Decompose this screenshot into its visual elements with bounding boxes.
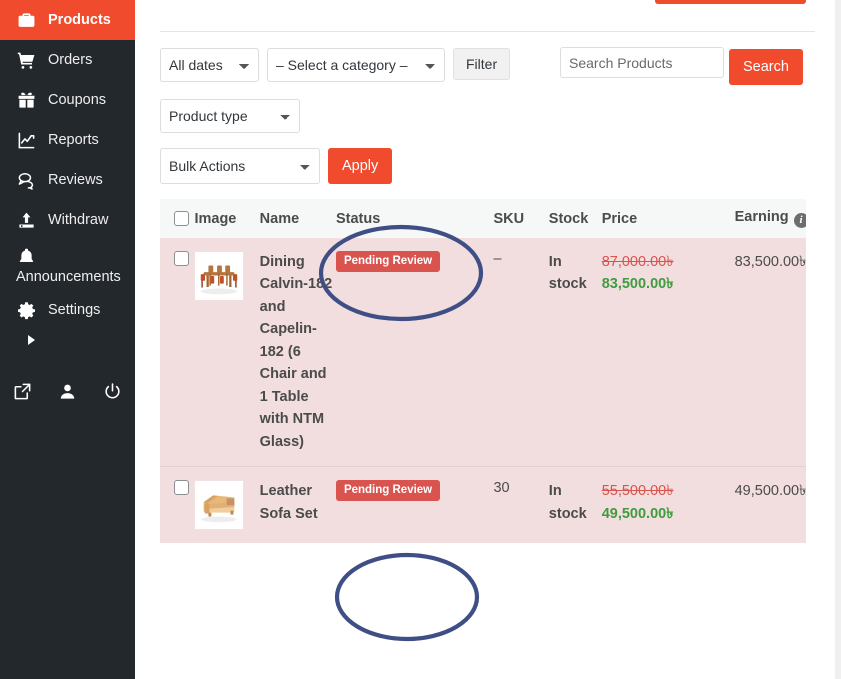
products-table: Image Name Status SKU Stock Price Earnin… — [160, 199, 806, 544]
power-icon[interactable] — [90, 376, 135, 406]
sidebar-item-orders[interactable]: Orders — [0, 40, 135, 80]
header-sku[interactable]: SKU — [493, 199, 549, 238]
product-type-row: Product type — [160, 99, 300, 133]
cart-icon — [16, 50, 36, 70]
row-image-cell — [194, 467, 259, 544]
page-scrollbar-track[interactable] — [835, 0, 841, 679]
filter-bar: All dates – Select a category – Filter — [160, 48, 511, 82]
row-price-cell: 87,000.00৳ 83,500.00৳ — [602, 238, 735, 467]
row-stock: In stock — [548, 254, 587, 293]
sidebar-item-label-coupons: Coupons — [48, 91, 107, 108]
search-input[interactable] — [560, 47, 724, 78]
status-badge: Pending Review — [335, 251, 441, 273]
row-image-cell — [194, 238, 259, 467]
add-new-product-button-cropped[interactable] — [655, 0, 806, 4]
briefcase-icon — [16, 10, 36, 30]
header-image: Image — [194, 199, 260, 238]
chevron-right-icon — [28, 335, 35, 345]
external-link-icon[interactable] — [0, 376, 45, 406]
row-sku: 30 — [493, 480, 510, 497]
header-stock[interactable]: Stock — [548, 199, 602, 238]
apply-button[interactable]: Apply — [328, 148, 393, 184]
sidebar-item-label-products: Products — [48, 11, 111, 28]
sidebar-item-label-reports: Reports — [48, 131, 99, 148]
price-sale: 49,500.00৳ — [601, 505, 674, 522]
products-table-container[interactable]: Image Name Status SKU Stock Price Earnin… — [160, 199, 806, 679]
main-content: All dates – Select a category – Filter P… — [135, 0, 841, 679]
price-sale: 83,500.00৳ — [601, 276, 674, 293]
sidebar-item-settings[interactable]: Settings — [0, 290, 135, 330]
dining-table-set-thumbnail — [194, 251, 245, 301]
header-price[interactable]: Price — [601, 199, 735, 238]
table-row[interactable]: Leather Sofa Set Pending Review 30 In st… — [160, 466, 806, 544]
bulk-actions-select[interactable]: Bulk Actions — [160, 148, 320, 184]
header-name[interactable]: Name — [259, 199, 336, 238]
header-earning-label: Earning — [734, 209, 789, 225]
sidebar-item-announcements[interactable]: Announcements — [0, 240, 135, 290]
row-select-cell[interactable] — [160, 238, 194, 467]
row-checkbox[interactable] — [174, 251, 189, 266]
sidebar-item-reports[interactable]: Reports — [0, 120, 135, 160]
row-sku: – — [493, 251, 502, 267]
comments-icon — [16, 170, 36, 190]
dashboard-sidebar: Products Orders Coupons Reports Reviews … — [0, 0, 144, 679]
table-header-row: Image Name Status SKU Stock Price Earnin… — [160, 199, 806, 238]
content-divider — [160, 31, 815, 32]
chart-line-icon — [16, 130, 36, 150]
bulk-actions-row: Bulk Actions Apply — [160, 148, 393, 184]
bell-icon — [16, 246, 36, 266]
user-icon[interactable] — [45, 376, 90, 406]
sidebar-item-label-announcements: Announcements — [16, 268, 121, 285]
row-status-cell: Pending Review — [335, 238, 494, 467]
sidebar-item-withdraw[interactable]: Withdraw — [0, 200, 135, 240]
table-row[interactable]: Dining Calvin-182 and Capelin-182 (6 Cha… — [160, 238, 806, 467]
row-earning: 83,500.00৳ — [734, 254, 806, 270]
search-box: Search — [560, 47, 803, 85]
row-checkbox[interactable] — [174, 480, 189, 496]
sidebar-item-label-withdraw: Withdraw — [48, 211, 109, 228]
header-earning[interactable]: Earning i — [734, 199, 806, 238]
product-type-select[interactable]: Product type — [160, 99, 300, 133]
sidebar-item-coupons[interactable]: Coupons — [0, 80, 135, 120]
row-stock: In stock — [548, 483, 587, 522]
products-table-head: Image Name Status SKU Stock Price Earnin… — [160, 199, 806, 238]
row-earning: 49,500.00৳ — [734, 483, 806, 500]
row-price-cell: 55,500.00৳ 49,500.00৳ — [602, 467, 735, 544]
filter-button[interactable]: Filter — [453, 48, 511, 80]
sidebar-item-products[interactable]: Products — [0, 0, 144, 40]
select-all-header[interactable] — [160, 199, 195, 238]
info-icon[interactable]: i — [793, 213, 806, 228]
sidebar-item-reviews[interactable]: Reviews — [0, 160, 135, 200]
price-original: 55,500.00৳ — [601, 483, 674, 500]
select-all-checkbox[interactable] — [174, 211, 189, 226]
gift-icon — [16, 90, 36, 110]
header-status[interactable]: Status — [335, 199, 494, 238]
sidebar-item-label-reviews: Reviews — [48, 171, 103, 188]
sidebar-footer — [0, 362, 135, 406]
search-button[interactable]: Search — [729, 49, 803, 85]
status-badge: Pending Review — [335, 480, 441, 502]
gear-icon — [16, 300, 36, 320]
upload-icon — [16, 210, 36, 230]
row-name[interactable]: Dining Calvin-182 and Capelin-182 (6 Cha… — [260, 238, 336, 467]
settings-submenu-toggle[interactable] — [0, 330, 135, 350]
sidebar-item-label-settings: Settings — [48, 301, 101, 318]
price-original: 87,000.00৳ — [601, 254, 674, 270]
leather-sofa-thumbnail — [194, 480, 245, 531]
row-status-cell: Pending Review — [335, 467, 494, 544]
dokan-vendor-dashboard: Products Orders Coupons Reports Reviews … — [0, 0, 841, 679]
row-name[interactable]: Leather Sofa Set — [260, 467, 336, 544]
date-filter-select[interactable]: All dates — [160, 48, 259, 82]
products-table-body: Dining Calvin-182 and Capelin-182 (6 Cha… — [160, 238, 806, 544]
row-select-cell[interactable] — [160, 467, 194, 544]
category-filter-select[interactable]: – Select a category – — [267, 48, 445, 82]
sidebar-item-label-orders: Orders — [48, 51, 93, 68]
